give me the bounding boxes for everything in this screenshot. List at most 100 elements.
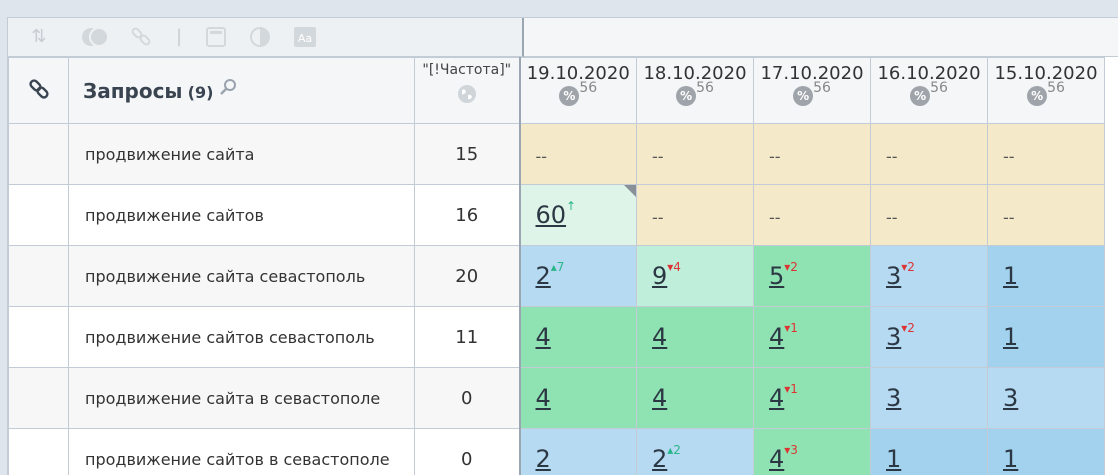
position-cell[interactable]: 5▾2 [754,246,871,307]
position-value[interactable]: 4 [769,323,784,351]
query-cell[interactable]: продвижение сайтов [69,185,415,246]
position-cell[interactable]: 4 [637,307,754,368]
visibility-percent: 56 [696,80,714,96]
position-value[interactable]: 4 [769,384,784,412]
visibility-percent: 56 [1047,80,1065,96]
query-cell[interactable]: продвижение сайтов в севастополе [69,429,415,475]
font-icon[interactable]: Aa [293,26,315,48]
query-cell[interactable]: продвижение сайтов севастополь [69,307,415,368]
position-cell[interactable]: 2▴7 [520,246,637,307]
sort-icon[interactable]: ⇅ [28,26,50,48]
position-cell[interactable]: 4▾1 [754,368,871,429]
position-cell[interactable]: 4 [520,368,637,429]
position-value[interactable]: 2 [536,262,551,290]
position-cell[interactable]: 2 [520,429,637,475]
date-label: 15.10.2020 [988,63,1104,84]
date-label: 17.10.2020 [754,63,870,84]
position-cell[interactable]: 1 [871,429,988,475]
position-cell[interactable]: 4▾1 [754,307,871,368]
date-column-header[interactable]: 15.10.2020 %56 [988,58,1105,124]
position-value[interactable]: 1 [1003,323,1018,351]
position-value[interactable]: 2 [536,445,551,473]
query-column-header[interactable]: Запросы (9) [69,58,415,124]
frequency-cell: 0 [415,429,520,475]
position-value[interactable]: 4 [769,445,784,473]
position-cell[interactable]: -- [754,124,871,185]
table-row: продвижение сайта севастополь 20 2▴7 9▾4… [9,246,1105,307]
position-cell[interactable]: 4 [637,368,754,429]
position-cell[interactable]: -- [988,124,1105,185]
position-value[interactable]: 1 [886,445,901,473]
position-value[interactable]: 4 [652,384,667,412]
date-column-header[interactable]: 16.10.2020 %56 [871,58,988,124]
position-cell[interactable]: 3▾2 [871,307,988,368]
position-change: ▾1 [784,382,798,396]
position-cell[interactable]: -- [988,185,1105,246]
position-cell[interactable]: 4▾3 [754,429,871,475]
position-cell[interactable]: -- [637,124,754,185]
frequency-column-title: "[!Частота]" [415,62,519,78]
position-cell[interactable]: 4 [520,307,637,368]
position-change: ▾2 [784,260,798,274]
frequency-cell: 20 [415,246,520,307]
position-value[interactable]: 2 [652,445,667,473]
toggle-icon[interactable] [80,26,102,48]
position-cell[interactable]: -- [871,185,988,246]
position-value: -- [886,147,898,166]
date-column-header[interactable]: 17.10.2020 %56 [754,58,871,124]
row-link-cell[interactable] [9,124,69,185]
position-value[interactable]: 1 [1003,262,1018,290]
percent-icon: %56 [559,85,597,106]
position-cell[interactable]: -- [871,124,988,185]
position-cell[interactable]: -- [637,185,754,246]
position-value[interactable]: 3 [1003,384,1018,412]
row-link-cell[interactable] [9,246,69,307]
link-icon[interactable] [130,26,152,48]
date-column-header[interactable]: 18.10.2020 %56 [637,58,754,124]
header-row: Запросы (9) "[!Частота]" 19.10.2020 %56 … [9,58,1105,124]
position-cell[interactable]: 1 [988,246,1105,307]
position-value[interactable]: 3 [886,262,901,290]
position-cell[interactable]: 1 [988,429,1105,475]
position-cell[interactable]: 9▾4 [637,246,754,307]
position-value: -- [769,147,781,166]
query-cell[interactable]: продвижение сайта севастополь [69,246,415,307]
position-value[interactable]: 4 [536,384,551,412]
position-change: ▾4 [667,260,681,274]
chain-link-icon[interactable] [27,86,51,105]
position-cell[interactable]: 3 [988,368,1105,429]
row-link-cell[interactable] [9,307,69,368]
link-column-header[interactable] [9,58,69,124]
position-value[interactable]: 4 [536,323,551,351]
position-value[interactable]: 3 [886,384,901,412]
query-cell[interactable]: продвижение сайта в севастополе [69,368,415,429]
position-change: ▴2 [667,443,681,457]
position-value[interactable]: 5 [769,262,784,290]
position-value[interactable]: 1 [1003,445,1018,473]
date-label: 18.10.2020 [637,63,753,84]
position-cell[interactable]: 1 [988,307,1105,368]
position-cell[interactable]: -- [520,124,637,185]
frequency-cell: 0 [415,368,520,429]
position-value[interactable]: 60 [536,201,567,229]
row-link-cell[interactable] [9,368,69,429]
query-cell[interactable]: продвижение сайта [69,124,415,185]
frequency-column-header[interactable]: "[!Частота]" [415,58,520,124]
position-cell[interactable]: -- [754,185,871,246]
position-value[interactable]: 4 [652,323,667,351]
row-link-cell[interactable] [9,429,69,475]
row-link-cell[interactable] [9,185,69,246]
date-column-header[interactable]: 19.10.2020 %56 [520,58,637,124]
position-value: -- [769,208,781,227]
position-cell[interactable]: 2▴2 [637,429,754,475]
percent-icon: %56 [676,85,714,106]
positions-table: Запросы (9) "[!Частота]" 19.10.2020 %56 … [8,57,1105,475]
position-value[interactable]: 3 [886,323,901,351]
contrast-icon[interactable] [249,26,271,48]
search-icon[interactable] [218,83,238,102]
calendar-icon[interactable] [205,26,227,48]
position-cell[interactable]: 3 [871,368,988,429]
position-cell[interactable]: 3▾2 [871,246,988,307]
position-value[interactable]: 9 [652,262,667,290]
position-cell[interactable]: 60↑ [520,185,637,246]
